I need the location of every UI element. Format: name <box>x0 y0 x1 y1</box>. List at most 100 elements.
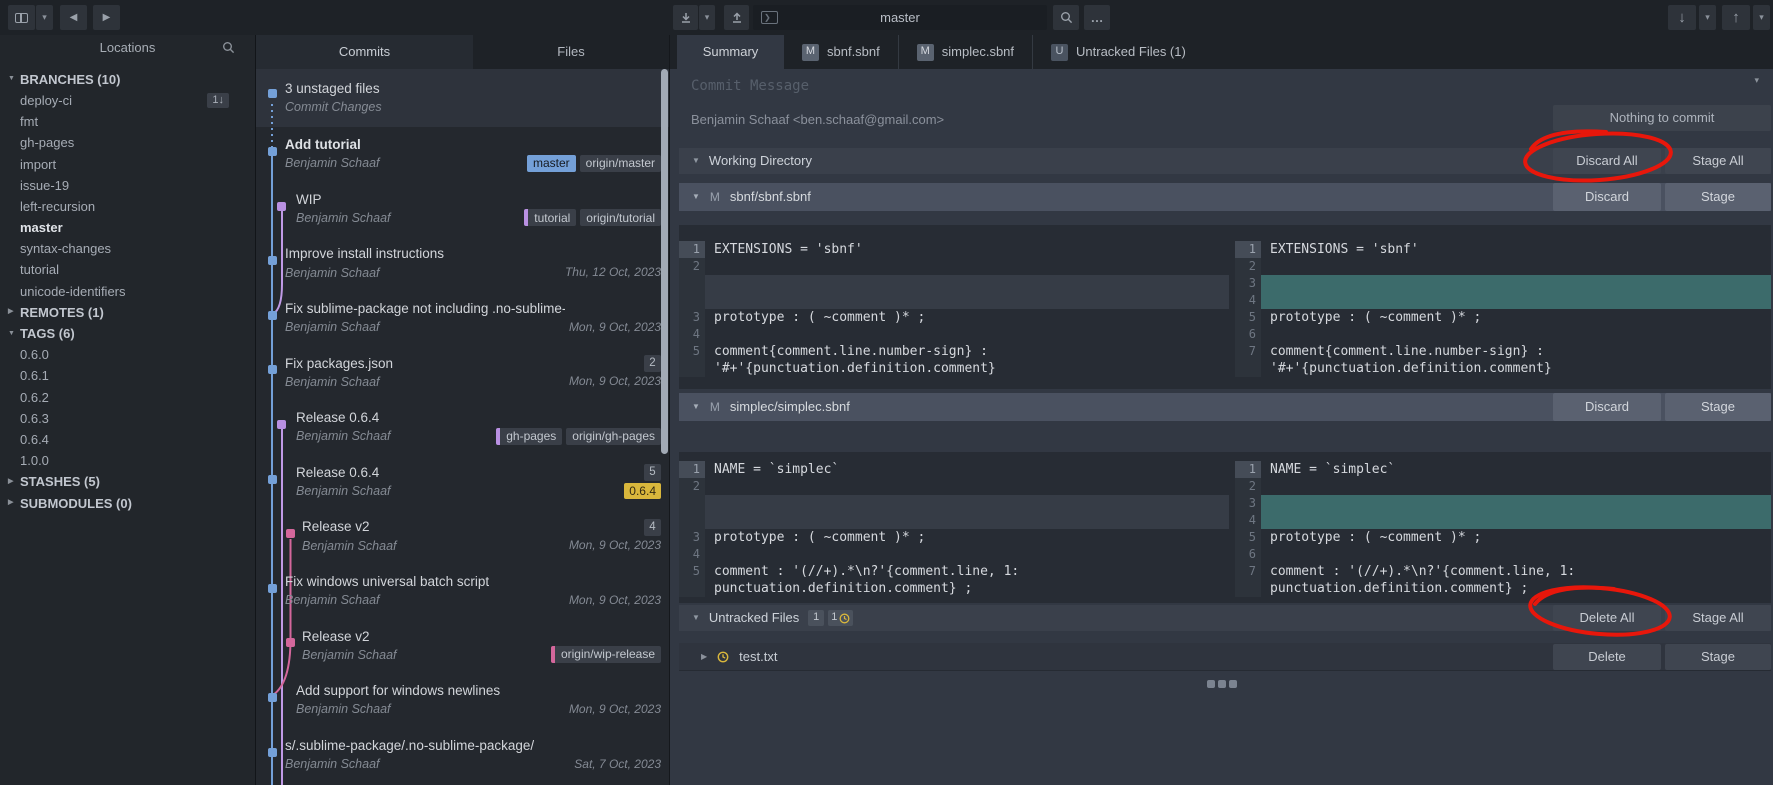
sidebar-section-submodules[interactable]: ▶ SUBMODULES (0) <box>0 493 255 514</box>
diff-line[interactable]: 5 comment{comment.line.number-sign} : <box>679 343 1229 360</box>
push-dropdown-button[interactable]: ▾ <box>1753 5 1770 30</box>
push-button[interactable]: ↑ <box>1722 5 1750 30</box>
layout-dropdown-button[interactable]: ▾ <box>36 5 53 30</box>
diff-line[interactable]: 6 <box>1235 326 1771 343</box>
more-button[interactable]: … <box>1084 5 1110 30</box>
diff-line[interactable]: 3 <box>1235 495 1771 512</box>
stage-all-button[interactable]: Stage All <box>1665 148 1771 174</box>
layout-button[interactable] <box>8 5 35 30</box>
search-button[interactable] <box>1053 5 1079 30</box>
caret-right-icon[interactable]: ▶ <box>701 652 707 662</box>
back-button[interactable]: ◀ <box>60 5 87 30</box>
diff-line[interactable]: 4 <box>1235 512 1771 529</box>
ref-badge[interactable]: master <box>526 154 576 172</box>
stage-file-button[interactable]: Stage <box>1665 643 1771 670</box>
forward-button[interactable]: ▶ <box>93 5 120 30</box>
commit-row[interactable]: Fix sublime-package not including .no-su… <box>256 291 669 346</box>
stage-file-button[interactable]: Stage <box>1665 393 1771 421</box>
commit-row[interactable]: WIP Benjamin Schaaf tutorial origin/tutor… <box>256 182 669 237</box>
diff-line[interactable]: 2 <box>679 478 1229 495</box>
diff-line[interactable]: 5 comment : '(//+).*\n?'{comment.line, 1… <box>679 563 1229 580</box>
diff-line[interactable]: 2 <box>679 258 1229 275</box>
diff-line[interactable] <box>679 495 1229 512</box>
sidebar-section-tags[interactable]: ▼ TAGS (6) <box>0 323 255 344</box>
caret-down-icon[interactable]: ▼ <box>692 156 700 166</box>
commit-list-scrollbar[interactable] <box>661 69 668 454</box>
sidebar-item-branch[interactable]: import <box>0 154 255 175</box>
diff-line[interactable]: '#+'{punctuation.definition.comment} <box>1235 360 1771 377</box>
stage-file-button[interactable]: Stage <box>1665 183 1771 211</box>
stash-dropdown-button[interactable]: ▾ <box>699 5 715 30</box>
diff-line[interactable]: punctuation.definition.comment} ; <box>679 580 1229 597</box>
sidebar-item-branch[interactable]: left-recursion <box>0 196 255 217</box>
diff-line[interactable] <box>679 275 1229 292</box>
ref-badge[interactable]: tutorial <box>524 209 577 227</box>
diff-line[interactable] <box>679 512 1229 529</box>
commit-row[interactable]: Add tutorial Benjamin Schaaf master origi… <box>256 127 669 182</box>
delete-file-button[interactable]: Delete <box>1553 643 1661 670</box>
commit-message-input[interactable]: Commit Message <box>691 78 809 95</box>
sidebar-section-remotes[interactable]: ▶ REMOTES (1) <box>0 302 255 323</box>
diff-line[interactable]: 4 <box>679 546 1229 563</box>
tab-untracked-files[interactable]: U Untracked Files (1) <box>1033 35 1204 69</box>
diff-line[interactable]: 4 <box>679 326 1229 343</box>
commit-row[interactable]: Release 0.6.4 Benjamin Schaaf 5 0.6.4 <box>256 455 669 510</box>
diff-line[interactable]: 3 prototype : ( ~comment )* ; <box>679 309 1229 326</box>
diff-line[interactable]: 3 <box>1235 275 1771 292</box>
sidebar-section-stashes[interactable]: ▶ STASHES (5) <box>0 472 255 493</box>
diff-line[interactable]: 1 NAME = `simplec` <box>679 461 1229 478</box>
diff-line[interactable]: 1 EXTENSIONS = 'sbnf' <box>679 241 1229 258</box>
commit-button[interactable]: Nothing to commit <box>1553 105 1771 131</box>
sidebar-section-branches[interactable]: ▼ BRANCHES (10) <box>0 69 255 90</box>
sidebar-item-tag[interactable]: 0.6.0 <box>0 344 255 365</box>
stash-pop-button[interactable] <box>724 5 749 30</box>
commit-row[interactable]: 3 unstaged files Commit Changes <box>256 69 669 127</box>
sidebar-item-tag[interactable]: 0.6.3 <box>0 408 255 429</box>
diff-line[interactable]: 2 <box>1235 258 1771 275</box>
diff-line[interactable]: 4 <box>1235 292 1771 309</box>
diff-line[interactable]: 5 prototype : ( ~comment )* ; <box>1235 529 1771 546</box>
discard-file-button[interactable]: Discard <box>1553 183 1661 211</box>
diff-line[interactable]: 6 <box>1235 546 1771 563</box>
delete-all-button[interactable]: Delete All <box>1553 605 1661 631</box>
diff-line[interactable]: 7 comment : '(//+).*\n?'{comment.line, 1… <box>1235 563 1771 580</box>
commit-row[interactable]: Fix windows universal batch script Benja… <box>256 564 669 619</box>
sidebar-item-branch[interactable]: deploy-ci 1↓ <box>0 90 255 111</box>
diff-line[interactable]: 2 <box>1235 478 1771 495</box>
diff-line[interactable]: 3 prototype : ( ~comment )* ; <box>679 529 1229 546</box>
sidebar-item-tag[interactable]: 1.0.0 <box>0 450 255 471</box>
pull-dropdown-button[interactable]: ▾ <box>1699 5 1716 30</box>
commit-row[interactable]: Release v2 Benjamin Schaaf 4 Mon, 9 Oct,… <box>256 509 669 564</box>
ref-badge[interactable]: origin/tutorial <box>580 209 661 227</box>
diff-line[interactable]: 5 prototype : ( ~comment )* ; <box>1235 309 1771 326</box>
sidebar-item-branch[interactable]: master <box>0 217 255 238</box>
commit-row[interactable]: Improve install instructions Benjamin Sc… <box>256 236 669 291</box>
discard-all-button[interactable]: Discard All <box>1553 148 1661 174</box>
tab-commits[interactable]: Commits <box>256 35 473 69</box>
sidebar-item-branch[interactable]: fmt <box>0 111 255 132</box>
sidebar-item-branch[interactable]: gh-pages <box>0 133 255 154</box>
stash-save-button[interactable] <box>673 5 698 30</box>
discard-file-button[interactable]: Discard <box>1553 393 1661 421</box>
chevron-down-icon[interactable]: ▾ <box>1754 75 1759 86</box>
ref-badge[interactable]: gh-pages <box>496 427 563 445</box>
tab-file-sbnf[interactable]: M sbnf.sbnf <box>784 35 899 69</box>
commit-row[interactable]: Add support for windows newlines Benjami… <box>256 673 669 728</box>
sidebar-item-branch[interactable]: unicode-identifiers <box>0 281 255 302</box>
tab-summary[interactable]: Summary <box>677 35 784 69</box>
repository-field[interactable]: ❯ master <box>753 5 1047 30</box>
tab-files[interactable]: Files <box>473 35 669 69</box>
search-icon[interactable] <box>222 41 235 54</box>
commit-row[interactable]: Release v2 Benjamin Schaaf origin/wip-re… <box>256 618 669 673</box>
ref-badge[interactable]: origin/wip-release <box>550 646 661 664</box>
diff-line[interactable] <box>679 292 1229 309</box>
sidebar-item-branch[interactable]: tutorial <box>0 260 255 281</box>
diff-line[interactable]: 1 EXTENSIONS = 'sbnf' <box>1235 241 1771 258</box>
sidebar-item-branch[interactable]: issue-19 <box>0 175 255 196</box>
commit-row[interactable]: Release 0.6.4 Benjamin Schaaf gh-pages or… <box>256 400 669 455</box>
tab-file-simplec[interactable]: M simplec.sbnf <box>899 35 1034 69</box>
commit-row[interactable]: s/.sublime-package/.no-sublime-package/ … <box>256 728 669 783</box>
sidebar-item-tag[interactable]: 0.6.1 <box>0 366 255 387</box>
caret-down-icon[interactable]: ▼ <box>692 192 700 202</box>
diff-line[interactable]: punctuation.definition.comment} ; <box>1235 580 1771 597</box>
